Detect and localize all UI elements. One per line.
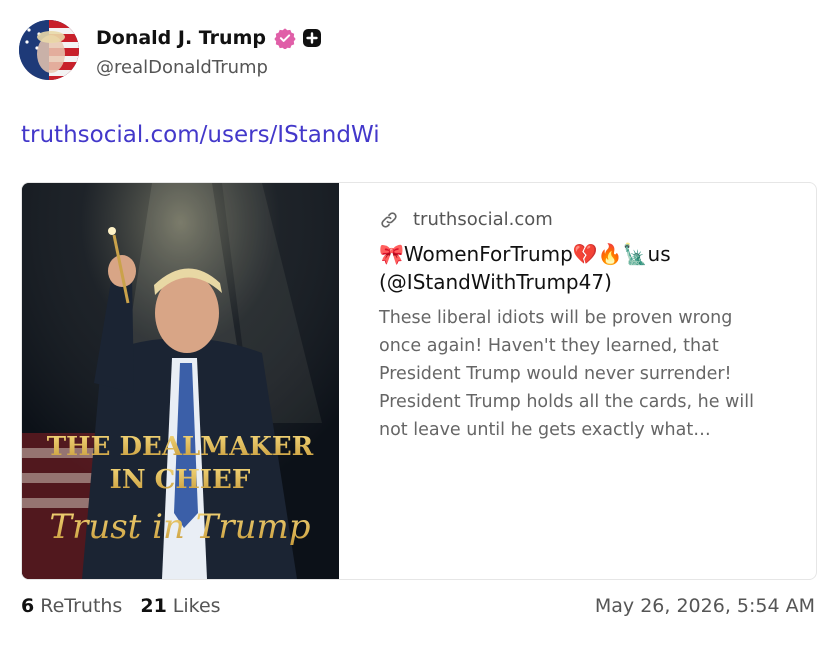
display-name[interactable]: Donald J. Trump (96, 27, 266, 49)
truth-post: Donald J. Trump @realDonaldTrump truthso… (0, 0, 840, 657)
retruths-label: ReTruths (40, 595, 123, 617)
image-title-line3: Trust in Trump (49, 507, 310, 547)
post-footer: 6 ReTruths 21 Likes May 26, 2026, 5:54 A… (21, 595, 815, 617)
card-body: truthsocial.com 🎀WomenForTrump💔🔥🗽us (@IS… (339, 183, 769, 579)
likes-count: 21 (140, 595, 167, 617)
avatar[interactable] (19, 20, 79, 80)
retruths-stat[interactable]: 6 ReTruths (21, 595, 122, 617)
account-handle[interactable]: @realDonaldTrump (96, 57, 322, 78)
verified-badge-icon (274, 27, 296, 49)
post-header: Donald J. Trump @realDonaldTrump (19, 20, 322, 80)
post-link[interactable]: truthsocial.com/users/IStandWi (21, 122, 380, 148)
account-names: Donald J. Trump @realDonaldTrump (96, 23, 322, 78)
card-domain-row: truthsocial.com (379, 209, 769, 230)
card-title: 🎀WomenForTrump💔🔥🗽us (@IStandWithTrump47) (379, 242, 671, 294)
link-icon (381, 211, 397, 228)
plus-badge-icon (302, 28, 321, 47)
image-title-line1: THE DEALMAKER (47, 432, 314, 462)
likes-label: Likes (172, 595, 221, 617)
likes-stat[interactable]: 21 Likes (140, 595, 220, 617)
post-timestamp[interactable]: May 26, 2026, 5:54 AM (595, 595, 815, 617)
image-title-line2: IN CHIEF (110, 465, 251, 495)
retruths-count: 6 (21, 595, 35, 617)
display-name-row: Donald J. Trump (96, 23, 322, 53)
card-description: These liberal idiots will be proven wron… (379, 308, 754, 440)
card-image: THE DEALMAKER IN CHIEF Trust in Trump (22, 183, 339, 579)
card-domain: truthsocial.com (413, 209, 553, 230)
link-preview-card[interactable]: THE DEALMAKER IN CHIEF Trust in Trump tr… (21, 182, 817, 580)
post-stats: 6 ReTruths 21 Likes (21, 595, 221, 617)
